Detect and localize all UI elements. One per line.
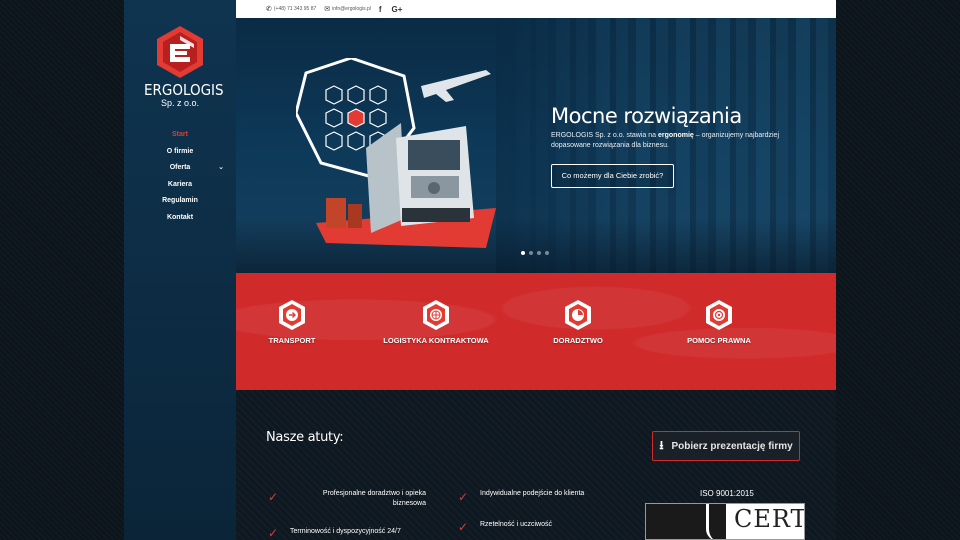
- nav-item-label: Regulamin: [162, 197, 198, 205]
- envelope-icon: ✉: [324, 6, 331, 13]
- service-label: POMOC PRAWNA: [687, 336, 751, 345]
- atut-item: Terminowość i dyspozycyjność 24/7: [290, 528, 401, 535]
- phone-icon: ✆: [266, 6, 272, 13]
- chart-icon: [565, 300, 591, 330]
- right-gutter: [836, 0, 960, 540]
- service-doradztwo[interactable]: DORADZTWO: [518, 299, 638, 345]
- nav-item-start[interactable]: Start: [124, 127, 236, 144]
- slider-dot[interactable]: [521, 251, 525, 255]
- hero-desc-bold: ergonomię: [658, 132, 694, 139]
- cert-logo[interactable]: CERT: [645, 503, 805, 540]
- phone-contact[interactable]: ✆ (+48) 71 343 95 87: [266, 5, 316, 13]
- nav-item-label: Start: [172, 131, 188, 138]
- truck-icon: [279, 300, 305, 330]
- cert-logo-curve: [706, 504, 718, 539]
- checkmark-icon: ✓: [458, 520, 469, 534]
- slider-dot[interactable]: [537, 251, 541, 255]
- service-label: DORADZTWO: [553, 336, 603, 345]
- atut-item: Profesjonalne doradztwo i opieka bizneso…: [322, 490, 426, 507]
- nav-item-label: O firmie: [166, 147, 194, 155]
- download-label: Pobierz prezentację firmy: [671, 440, 793, 452]
- hero-cta-button[interactable]: Co możemy dla Ciebie zrobić?: [551, 164, 674, 188]
- email-address: info@ergologis.pl: [332, 6, 371, 12]
- service-pomoc-prawna[interactable]: POMOC PRAWNA: [659, 299, 779, 345]
- ergologis-logo-icon: [157, 26, 203, 78]
- logo-name: ERGOLOGIS: [144, 81, 224, 99]
- checkmark-icon: ✓: [458, 490, 469, 504]
- section-title: Nasze atuty:: [266, 430, 344, 445]
- phone-number: (+48) 71 343 95 87: [273, 6, 317, 12]
- email-contact[interactable]: ✉ info@ergologis.pl: [324, 5, 371, 13]
- services-band: TRANSPORT LOGISTYKA KONTRAKTOWA DORADZTW…: [236, 273, 836, 390]
- nav-item-label: Kontakt: [166, 213, 194, 221]
- main-nav: Start O firmie Oferta ⌄ Kariera Regulamin…: [124, 127, 236, 227]
- top-contact-bar: ✆ (+48) 71 343 95 87 ✉ info@ergologis.pl…: [236, 0, 836, 18]
- hero-desc-text: ERGOLOGIS Sp. z o.o. stawia na: [551, 132, 658, 139]
- logo[interactable]: ERGOLOGIS Sp. z o.o.: [144, 24, 224, 108]
- service-logistyka[interactable]: LOGISTYKA KONTRAKTOWA: [376, 299, 496, 345]
- atut-item: Indywidualne podejście do klienta: [480, 490, 585, 497]
- iso-label: ISO 9001:2015: [700, 489, 754, 498]
- download-presentation-button[interactable]: ⭳ Pobierz prezentację firmy: [652, 431, 800, 461]
- nav-item-oferta[interactable]: Oferta ⌄: [124, 160, 236, 177]
- slider-dots: [521, 251, 553, 255]
- facebook-icon[interactable]: f: [379, 5, 382, 14]
- nav-item-kontakt[interactable]: Kontakt: [124, 210, 236, 227]
- service-transport[interactable]: TRANSPORT: [232, 299, 352, 345]
- atuty-section: Nasze atuty: ⭳ Pobierz prezentację firmy…: [236, 390, 836, 540]
- globe-icon: [423, 300, 449, 330]
- hero-description: ERGOLOGIS Sp. z o.o. stawia na ergonomię…: [551, 131, 781, 151]
- sidebar: ERGOLOGIS Sp. z o.o. Start O firmie Ofer…: [124, 0, 236, 540]
- slider-dot[interactable]: [545, 251, 549, 255]
- truck-illustration: [296, 58, 496, 248]
- nav-item-kariera[interactable]: Kariera: [124, 177, 236, 194]
- download-icon: ⭳: [659, 437, 664, 452]
- google-plus-icon[interactable]: G+: [392, 5, 403, 14]
- checkmark-icon: ✓: [268, 490, 279, 504]
- service-label: LOGISTYKA KONTRAKTOWA: [383, 336, 489, 345]
- service-label: TRANSPORT: [268, 336, 316, 345]
- target-icon: [706, 300, 732, 330]
- checkmark-icon: ✓: [268, 526, 279, 540]
- hero-title: Mocne rozwiązania: [551, 104, 742, 128]
- nav-item-o-firmie[interactable]: O firmie: [124, 144, 236, 161]
- nav-item-regulamin[interactable]: Regulamin: [124, 193, 236, 210]
- nav-item-label: Kariera: [167, 180, 193, 188]
- slider-dot[interactable]: [529, 251, 533, 255]
- logo-subtitle: Sp. z o.o.: [160, 98, 200, 108]
- atut-item: Rzetelność i uczciwość: [480, 521, 552, 528]
- left-gutter: [0, 0, 124, 540]
- chevron-down-icon[interactable]: ⌄: [218, 160, 224, 177]
- cert-logo-text: CERT: [734, 505, 805, 533]
- nav-item-label: Oferta: [169, 164, 191, 172]
- hero-slider: Mocne rozwiązania ERGOLOGIS Sp. z o.o. s…: [236, 18, 836, 273]
